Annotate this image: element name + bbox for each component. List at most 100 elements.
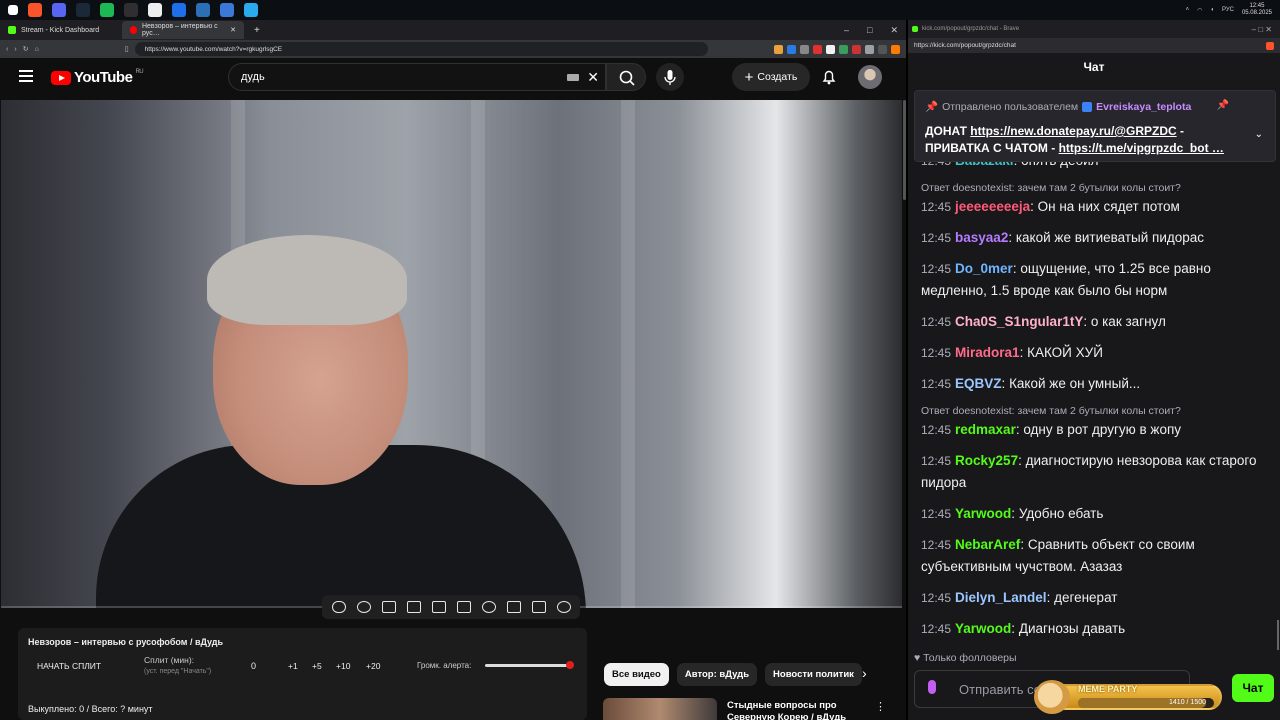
taskbar-app-spotify-icon[interactable] bbox=[100, 3, 114, 17]
related-video-thumbnail[interactable] bbox=[603, 698, 717, 720]
voice-search-button[interactable] bbox=[656, 63, 684, 91]
account-avatar[interactable] bbox=[858, 65, 882, 89]
wifi-icon[interactable]: ◠ bbox=[1197, 7, 1202, 14]
extension-icon[interactable] bbox=[865, 44, 874, 54]
add-icon[interactable] bbox=[506, 601, 521, 613]
message-username[interactable]: Miradora1 bbox=[955, 345, 1020, 360]
pinned-user[interactable]: Evreiskaya_teplota bbox=[1096, 101, 1191, 113]
video-player[interactable] bbox=[1, 100, 902, 608]
gear-icon[interactable] bbox=[556, 601, 571, 613]
extension-icon[interactable] bbox=[878, 44, 887, 54]
chat-mic-icon[interactable] bbox=[928, 680, 936, 694]
chat-send-button[interactable]: Чат bbox=[1232, 674, 1274, 702]
brave-shield-icon[interactable] bbox=[1266, 41, 1274, 50]
add-5-button[interactable]: +5 bbox=[312, 661, 322, 671]
add-10-button[interactable]: +10 bbox=[336, 661, 350, 671]
tab-youtube-video[interactable]: Невзоров – интервью с рус… ✕ bbox=[122, 21, 244, 39]
tab-kick-dashboard[interactable]: Stream - Kick Dashboard bbox=[0, 21, 122, 39]
search-button[interactable] bbox=[606, 63, 646, 91]
extension-icon[interactable] bbox=[774, 44, 783, 54]
minimize-icon[interactable]: – bbox=[844, 25, 849, 36]
message-username[interactable]: Do_0mer bbox=[955, 261, 1013, 276]
add-1-button[interactable]: +1 bbox=[288, 661, 298, 671]
volume-icon[interactable]: ◖ bbox=[1210, 7, 1214, 13]
telegram-link[interactable]: https://t.me/vipgrpzdc_bot … bbox=[1059, 141, 1224, 155]
page-scrollbar[interactable] bbox=[903, 100, 906, 200]
home-icon[interactable]: ⌂ bbox=[35, 46, 39, 53]
alert-volume-slider[interactable] bbox=[485, 661, 574, 669]
add-20-button[interactable]: +20 bbox=[366, 661, 380, 671]
message-username[interactable]: Yarwood bbox=[955, 621, 1011, 636]
taskbar-app-steam-icon[interactable] bbox=[76, 3, 90, 17]
taskbar-app-obs-icon[interactable] bbox=[124, 3, 138, 17]
close-window-icon[interactable]: ✕ bbox=[890, 25, 898, 36]
message-username[interactable]: Dielyn_Landel bbox=[955, 590, 1047, 605]
chip-politics-news[interactable]: Новости политик bbox=[765, 663, 862, 686]
chip-all-videos[interactable]: Все видео bbox=[604, 663, 669, 686]
extension-icon[interactable] bbox=[787, 44, 796, 54]
taskbar-app-discord-icon[interactable] bbox=[52, 3, 66, 17]
tray-arrow-icon[interactable]: ˄ bbox=[1186, 7, 1190, 13]
lang-indicator[interactable]: РУС bbox=[1222, 7, 1234, 13]
start-split-button[interactable]: НАЧАТЬ СПЛИТ bbox=[37, 661, 101, 671]
bookmark-icon[interactable]: ▯ bbox=[125, 45, 129, 53]
keyboard-icon[interactable] bbox=[567, 74, 579, 81]
search-input[interactable]: дудь ✕ bbox=[228, 63, 606, 91]
message-username[interactable]: redmaxar bbox=[955, 422, 1016, 437]
donate-link[interactable]: https://new.donatepay.ru/@GRPZDC bbox=[970, 124, 1176, 138]
extension-icon[interactable] bbox=[813, 44, 822, 54]
taskbar-app-app-folder-icon[interactable] bbox=[196, 3, 210, 17]
chips-next-icon[interactable]: › bbox=[862, 665, 867, 681]
meme-party-widget[interactable]: MEME PARTY 1410 / 1500 bbox=[1034, 680, 1222, 714]
taskbar-app-brave-icon[interactable] bbox=[28, 3, 42, 17]
new-tab-button[interactable]: + bbox=[254, 25, 260, 36]
extension-icon[interactable] bbox=[891, 44, 900, 54]
more-options-icon[interactable]: ⋮ bbox=[875, 700, 886, 713]
split-minutes-value[interactable]: 0 bbox=[251, 661, 256, 671]
loop-icon[interactable] bbox=[331, 601, 346, 613]
reload-icon[interactable]: ↻ bbox=[23, 45, 29, 53]
message-username[interactable]: NebarAref bbox=[955, 537, 1020, 552]
extension-icon[interactable] bbox=[852, 44, 861, 54]
broadcast-icon[interactable] bbox=[356, 601, 371, 613]
playlist-icon[interactable] bbox=[381, 601, 396, 613]
chip-author[interactable]: Автор: вДудь bbox=[676, 663, 758, 686]
message-username[interactable]: Rocky257 bbox=[955, 453, 1018, 468]
camera-icon[interactable] bbox=[531, 601, 546, 613]
extension-icon[interactable] bbox=[800, 44, 809, 54]
message-username[interactable]: Cha0S_S1ngular1tY bbox=[955, 314, 1083, 329]
chat-url-text[interactable]: https://kick.com/popout/grpzdc/chat bbox=[914, 42, 1016, 49]
notifications-bell-icon[interactable] bbox=[820, 68, 838, 86]
hamburger-menu-icon[interactable] bbox=[19, 70, 33, 84]
back-icon[interactable]: ‹ bbox=[6, 46, 8, 53]
image-icon[interactable] bbox=[431, 601, 446, 613]
alert-volume-knob[interactable] bbox=[566, 661, 574, 669]
clear-search-icon[interactable]: ✕ bbox=[587, 69, 599, 86]
extension-icon[interactable] bbox=[826, 44, 835, 54]
speed-icon[interactable] bbox=[481, 601, 496, 613]
taskbar-app-app-b-icon[interactable] bbox=[172, 3, 186, 17]
extension-icon[interactable] bbox=[839, 44, 848, 54]
film-icon[interactable] bbox=[456, 601, 471, 613]
maximize-icon[interactable]: □ bbox=[867, 25, 872, 36]
taskbar-app-app-tools-icon[interactable] bbox=[220, 3, 234, 17]
chevron-down-icon[interactable]: ⌄ bbox=[1255, 129, 1263, 140]
chat-window-controls[interactable]: – □ ✕ bbox=[1252, 25, 1272, 34]
tab-close-icon[interactable]: ✕ bbox=[230, 26, 236, 34]
unpin-icon[interactable]: 📌 bbox=[1217, 100, 1229, 111]
url-field[interactable]: https://www.youtube.com/watch?v=rgkugrls… bbox=[134, 42, 708, 56]
windows-start-icon[interactable] bbox=[8, 5, 18, 15]
message-username[interactable]: jeeeeeeeeja bbox=[955, 199, 1030, 214]
related-video-title[interactable]: Стыдные вопросы про Северную Корею / вДу… bbox=[727, 700, 857, 720]
pinned-message[interactable]: 📌 Отправлено пользователем Evreiskaya_te… bbox=[914, 90, 1276, 162]
message-username[interactable]: basyaa2 bbox=[955, 230, 1008, 245]
forward-icon[interactable]: › bbox=[14, 46, 16, 53]
taskbar-app-telegram-icon[interactable] bbox=[244, 3, 258, 17]
create-button[interactable]: + Создать bbox=[732, 63, 810, 91]
youtube-logo[interactable]: YouTube RU bbox=[51, 69, 144, 86]
message-username[interactable]: EQBVZ bbox=[955, 376, 1002, 391]
clapper-icon[interactable] bbox=[406, 601, 421, 613]
taskbar-app-app-x-icon[interactable] bbox=[148, 3, 162, 17]
chat-scrollbar[interactable] bbox=[1277, 620, 1279, 650]
message-username[interactable]: Yarwood bbox=[955, 506, 1011, 521]
